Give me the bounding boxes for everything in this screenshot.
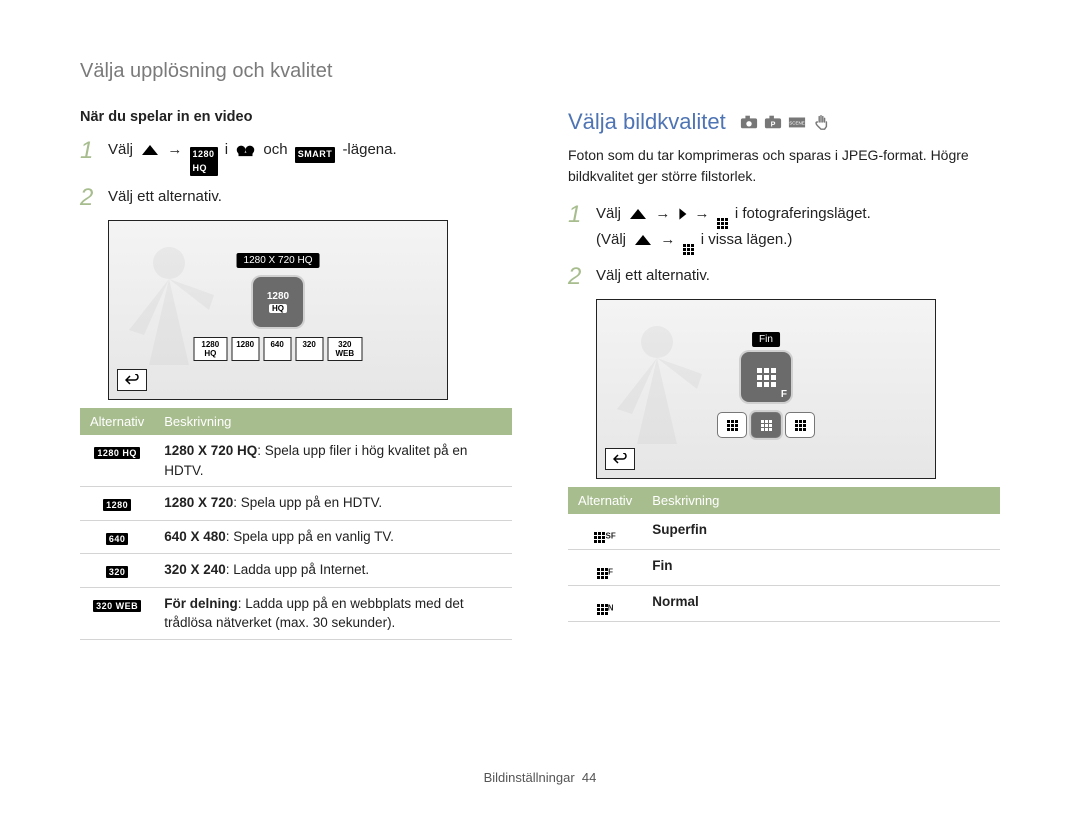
- svg-text:P: P: [770, 120, 775, 129]
- up-arrow-icon: [628, 207, 648, 221]
- subheading-video: När du spelar in en video: [80, 109, 512, 125]
- quality-grid-icon: [683, 244, 694, 255]
- preview-label-video: 1280 X 720 HQ: [237, 253, 320, 268]
- silhouette-icon: [597, 314, 717, 464]
- quality-body: Foton som du tar komprimeras och sparas …: [568, 145, 1000, 187]
- chip-320[interactable]: 320: [295, 337, 323, 361]
- chip-640[interactable]: 640: [263, 337, 291, 361]
- preview-chip-row: 1280 HQ 1280 640 320 320 WEB: [194, 337, 363, 361]
- preview-selected-icon: 1280 HQ: [253, 277, 303, 327]
- up-arrow-icon: [140, 143, 160, 157]
- movie-icon: [235, 143, 256, 157]
- col-alternativ: Alternativ: [80, 408, 154, 435]
- quality-options-table: Alternativ Beskrivning SFSuperfin FFin N…: [568, 487, 1000, 622]
- right-arrow-icon: [678, 207, 688, 221]
- chip-320web[interactable]: 320 WEB: [327, 337, 362, 361]
- quality-preview: Fin F: [596, 299, 936, 479]
- step2-video: Välj ett alternativ.: [108, 186, 512, 209]
- chip-1280[interactable]: 1280: [231, 337, 259, 361]
- silhouette-icon: [109, 235, 229, 385]
- chip-fin[interactable]: [751, 412, 781, 438]
- back-arrow-icon: [613, 453, 627, 465]
- step2-quality: Välj ett alternativ.: [596, 265, 1000, 288]
- hand-icon: [812, 113, 830, 131]
- table-row: 640640 X 480: Spela upp på en vanlig TV.: [80, 520, 512, 554]
- preview-selected-quality: F: [741, 352, 791, 402]
- section-title: Välja bildkvalitet P SCENE: [568, 109, 1000, 135]
- quality-chip-row: [717, 412, 815, 438]
- video-preview: 1280 X 720 HQ 1280 HQ 1280 HQ 1280 640 3…: [108, 220, 448, 400]
- table-row: 1280 HQ1280 X 720 HQ: Spela upp filer i …: [80, 435, 512, 487]
- right-column: Välja bildkvalitet P SCENE Foton som du …: [568, 109, 1000, 640]
- back-button[interactable]: [117, 369, 147, 391]
- svg-text:SCENE: SCENE: [789, 121, 805, 126]
- left-column: När du spelar in en video Välj → 1280HQ …: [80, 109, 512, 640]
- table-row: 12801280 X 720: Spela upp på en HDTV.: [80, 487, 512, 521]
- table-row: SFSuperfin: [568, 514, 1000, 550]
- table-row: 320 WEBFör delning: Ladda upp på en webb…: [80, 587, 512, 639]
- preview-label-quality: Fin: [752, 332, 780, 347]
- chip-normal[interactable]: [785, 412, 815, 438]
- resolution-1280hq-icon: 1280HQ: [190, 147, 218, 176]
- step1-video: Välj → 1280HQ i och SMART -lägena.: [108, 139, 512, 176]
- mode-icons: P SCENE: [740, 113, 830, 131]
- table-row: FFin: [568, 550, 1000, 586]
- camera-p-icon: P: [764, 113, 782, 131]
- page-footer: Bildinställningar 44: [0, 770, 1080, 785]
- back-arrow-icon: [125, 374, 139, 386]
- col-alternativ: Alternativ: [568, 487, 642, 514]
- scene-icon: SCENE: [788, 113, 806, 131]
- breadcrumb: Välja upplösning och kvalitet: [80, 60, 1000, 83]
- up-arrow-icon: [633, 233, 653, 247]
- table-row: 320320 X 240: Ladda upp på Internet.: [80, 554, 512, 588]
- chip-superfin[interactable]: [717, 412, 747, 438]
- col-beskrivning: Beskrivning: [642, 487, 1000, 514]
- camera-icon: [740, 113, 758, 131]
- quality-grid-icon: [717, 218, 728, 229]
- chip-1280hq[interactable]: 1280 HQ: [194, 337, 228, 361]
- col-beskrivning: Beskrivning: [154, 408, 512, 435]
- smart-icon: SMART: [295, 147, 336, 163]
- back-button[interactable]: [605, 448, 635, 470]
- video-options-table: Alternativ Beskrivning 1280 HQ1280 X 720…: [80, 408, 512, 640]
- table-row: NNormal: [568, 586, 1000, 622]
- step1-quality: Välj → → i fotograferingsläget. (Välj → …: [596, 203, 1000, 255]
